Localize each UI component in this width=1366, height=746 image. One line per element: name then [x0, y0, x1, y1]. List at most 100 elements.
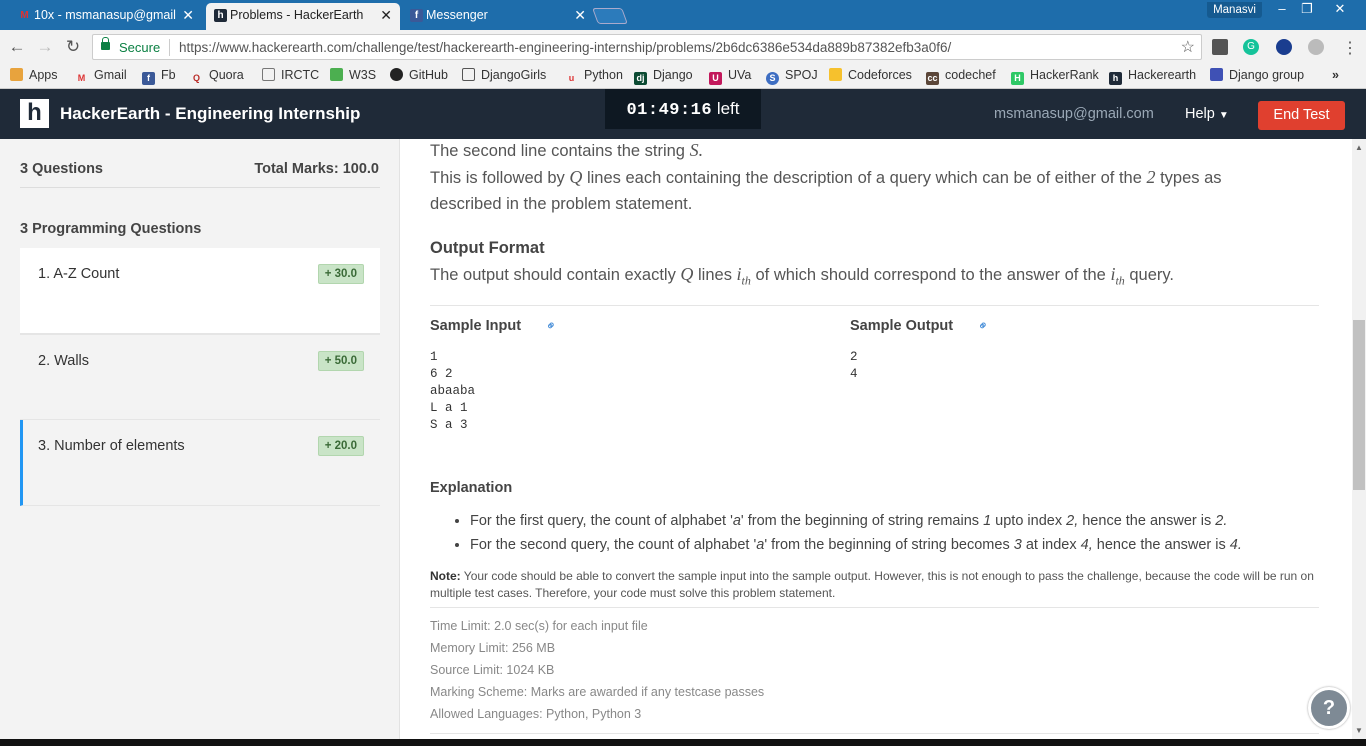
countdown-timer: 01:49:16 left: [605, 89, 761, 129]
bookmark-django[interactable]: dj Django: [634, 68, 693, 85]
input-format-line: This is followed by Q lines each contain…: [430, 167, 1222, 187]
page-icon: [262, 68, 275, 81]
list-item: For the second query, the count of alpha…: [470, 533, 1330, 557]
timer-value: 01:49:16: [626, 101, 713, 120]
section-title: 3 Programming Questions: [20, 221, 202, 237]
question-card-2[interactable]: 2. Walls + 50.0: [20, 334, 380, 420]
bookmark-djangogirls[interactable]: DjangoGirls: [462, 68, 546, 82]
tab-gmail[interactable]: M 10x - msmanasup@gmail ✕: [10, 3, 202, 30]
bookmark-irctc[interactable]: IRCTC: [262, 68, 319, 82]
extension-icon[interactable]: [1212, 39, 1228, 55]
close-icon[interactable]: ✕: [182, 3, 194, 28]
menu-icon[interactable]: ⋮: [1342, 38, 1358, 58]
close-icon[interactable]: ✕: [574, 3, 586, 28]
group-icon: [1210, 68, 1223, 81]
browser-tab-bar: M 10x - msmanasup@gmail ✕ h Problems - H…: [0, 0, 1366, 30]
taskbar: [0, 739, 1366, 746]
gmail-icon: M: [77, 73, 86, 83]
tab-hackerearth[interactable]: h Problems - HackerEarth ✕: [206, 3, 400, 30]
link-icon[interactable]: ⚭: [542, 316, 561, 335]
close-icon[interactable]: ✕: [376, 3, 392, 28]
bookmark-gmail[interactable]: M Gmail: [75, 68, 127, 85]
w3s-icon: [330, 68, 343, 81]
scroll-down-icon[interactable]: ▼: [1352, 724, 1366, 738]
question-count: 3 Questions: [20, 161, 103, 177]
sample-input-heading: Sample Input: [430, 318, 522, 334]
bookmarks-bar: Apps M Gmail f Fb Q Quora IRCTC W3S GitHub …: [0, 64, 1366, 89]
bookmark-uva[interactable]: U UVa: [709, 68, 751, 85]
question-title: 1. A-Z Count: [38, 266, 120, 282]
github-icon: [390, 68, 403, 81]
question-card-1[interactable]: 1. A-Z Count + 30.0: [20, 248, 380, 334]
new-tab-button[interactable]: [592, 8, 628, 24]
bookmark-star-icon[interactable]: ☆: [1181, 37, 1195, 57]
question-card-3[interactable]: 3. Number of elements + 20.0: [20, 420, 380, 506]
app-header: h HackerEarth - Engineering Internship 0…: [0, 89, 1366, 139]
memory-limit: Memory Limit: 256 MB: [430, 641, 556, 655]
hackerearth-icon: h: [1109, 72, 1122, 85]
divider: [169, 39, 170, 56]
uva-icon: U: [709, 72, 722, 85]
sample-output-heading: Sample Output: [850, 318, 954, 334]
facebook-icon: f: [142, 72, 155, 85]
profile-button[interactable]: Manasvi: [1207, 2, 1262, 18]
tab-messenger[interactable]: f Messenger ✕: [402, 3, 594, 30]
link-icon[interactable]: ⚭: [974, 316, 993, 335]
bookmark-fb[interactable]: f Fb: [142, 68, 176, 85]
output-format-heading: Output Format: [430, 239, 545, 257]
codechef-icon: cc: [926, 72, 939, 85]
bookmark-codechef[interactable]: cc codechef: [926, 68, 996, 85]
list-item: For the first query, the count of alphab…: [470, 509, 1330, 533]
extension-icon[interactable]: [1276, 39, 1292, 55]
bookmark-python[interactable]: u Python: [565, 68, 623, 85]
spoj-icon: S: [766, 72, 779, 85]
apps-icon: [10, 68, 23, 81]
questions-sidebar: 3 Questions Total Marks: 100.0 3 Program…: [0, 139, 400, 746]
more-bookmarks-icon[interactable]: »: [1332, 68, 1339, 82]
bookmark-spoj[interactable]: S SPOJ: [766, 68, 818, 85]
bookmark-codeforces[interactable]: Codeforces: [829, 68, 912, 82]
grammarly-icon[interactable]: G: [1243, 39, 1259, 55]
caret-down-icon: ▼: [1218, 110, 1229, 121]
explanation-list: For the first query, the count of alphab…: [430, 509, 1330, 557]
django-icon: dj: [634, 72, 647, 85]
bookmark-hackerearth[interactable]: h Hackerearth: [1109, 68, 1196, 85]
back-icon[interactable]: ←: [6, 36, 28, 58]
extension-icon[interactable]: [1308, 39, 1324, 55]
hackerrank-icon: H: [1011, 72, 1024, 85]
scrollbar-thumb[interactable]: [1353, 320, 1365, 490]
bookmark-apps[interactable]: Apps: [10, 68, 58, 82]
facebook-icon: f: [410, 9, 423, 22]
window-close-icon[interactable]: ✕: [1328, 0, 1352, 18]
hackerearth-logo-icon[interactable]: h: [20, 99, 49, 128]
allowed-languages: Allowed Languages: Python, Python 3: [430, 707, 642, 721]
codeforces-icon: [829, 68, 842, 81]
restore-icon[interactable]: ❐: [1295, 0, 1319, 18]
lock-icon: [101, 37, 110, 50]
forward-icon[interactable]: →: [34, 36, 56, 58]
bookmark-django-group[interactable]: Django group: [1210, 68, 1304, 82]
input-format-line: described in the problem statement.: [430, 195, 693, 213]
scroll-up-icon[interactable]: ▲: [1352, 141, 1366, 155]
page-title: HackerEarth - Engineering Internship: [60, 104, 361, 123]
marking-scheme: Marking Scheme: Marks are awarded if any…: [430, 685, 765, 699]
marks-badge: + 20.0: [317, 436, 364, 456]
address-bar[interactable]: Secure https://www.hackerearth.com/chall…: [92, 34, 1202, 60]
end-test-button[interactable]: End Test: [1258, 101, 1345, 130]
browser-toolbar: ← → ↻ Secure https://www.hackerearth.com…: [0, 30, 1366, 64]
help-menu[interactable]: Help ▼: [1185, 106, 1229, 122]
sample-output-code: 2 4: [850, 350, 858, 381]
bookmark-quora[interactable]: Q Quora: [190, 68, 244, 85]
bookmark-github[interactable]: GitHub: [390, 68, 448, 82]
python-icon: u: [568, 73, 575, 83]
bookmark-hackerrank[interactable]: H HackerRank: [1011, 68, 1099, 85]
marks-badge: + 30.0: [317, 264, 364, 284]
bookmark-w3s[interactable]: W3S: [330, 68, 376, 82]
help-question-icon[interactable]: ?: [1308, 687, 1350, 729]
url-text[interactable]: https://www.hackerearth.com/challenge/te…: [179, 40, 951, 55]
reload-icon[interactable]: ↻: [62, 36, 84, 58]
minimize-icon[interactable]: ‒: [1270, 0, 1294, 18]
output-format-text: The output should contain exactly Q line…: [430, 264, 1175, 288]
question-title: 3. Number of elements: [38, 438, 185, 454]
divider: [430, 733, 1319, 734]
